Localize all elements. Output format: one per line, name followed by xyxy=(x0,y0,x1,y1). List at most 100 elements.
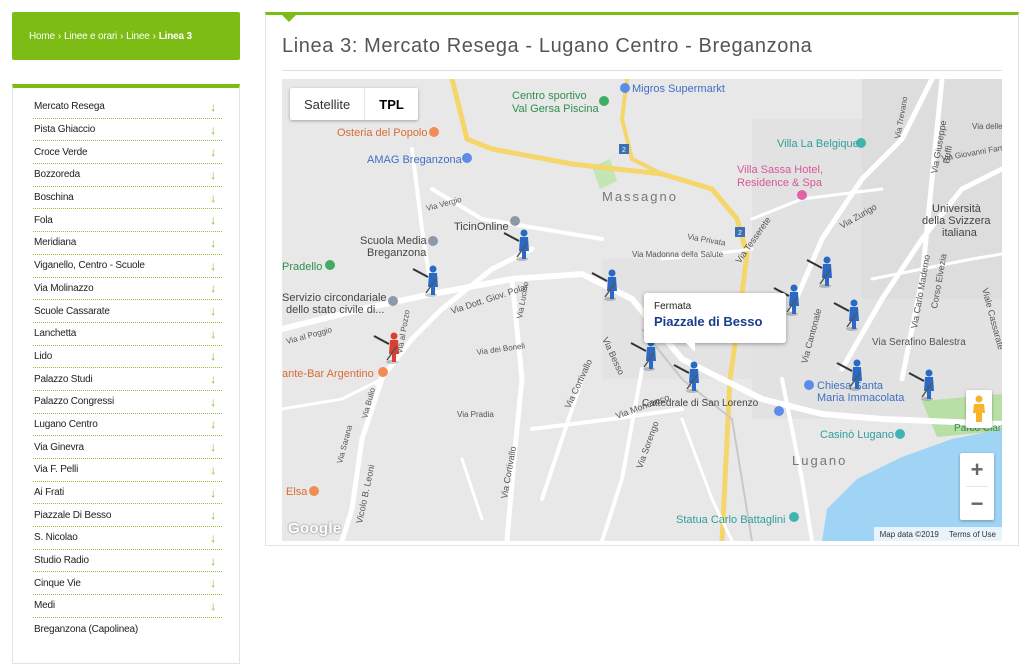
stop-item[interactable]: Ai Frati ↓ xyxy=(33,482,222,505)
map-canvas[interactable]: 2 2 Migros Supermarkt Centro sportivo Va… xyxy=(282,79,1002,541)
stop-item[interactable]: Via F. Pelli ↓ xyxy=(33,459,222,482)
map-label: Villa Sassa Hotel, xyxy=(737,164,823,176)
zoom-out-button[interactable]: − xyxy=(960,487,994,520)
restaurant-pin-icon[interactable] xyxy=(378,367,388,377)
zoom-control: + − xyxy=(960,453,994,520)
stop-item[interactable]: Viganello, Centro - Scuole ↓ xyxy=(33,255,222,278)
stop-name: Meridiana xyxy=(34,237,77,249)
breadcrumb: Home › Linee e orari › Linee › Linea 3 xyxy=(12,12,240,60)
map-label: Elsa xyxy=(286,486,308,498)
map-label: TicinOnline xyxy=(454,221,509,233)
stop-name: Medi xyxy=(34,600,55,612)
stop-name: Via F. Pelli xyxy=(34,464,79,476)
breadcrumb-separator: › xyxy=(57,30,62,42)
map-label: Osteria del Popolo xyxy=(337,127,428,139)
stop-item[interactable]: Breganzona (Capolinea) xyxy=(33,618,222,641)
stop-name: Cinque Vie xyxy=(34,577,81,589)
restaurant-pin-icon[interactable] xyxy=(429,127,439,137)
restaurant-pin-icon[interactable] xyxy=(309,486,319,496)
stop-item[interactable]: Medi ↓ xyxy=(33,595,222,618)
map-label: ante-Bar Argentino xyxy=(282,368,374,380)
stop-item[interactable]: Via Ginevra ↓ xyxy=(33,436,222,459)
stop-item[interactable]: Piazzale Di Besso ↓ xyxy=(33,504,222,528)
park-pin-icon[interactable] xyxy=(599,96,609,106)
stop-item[interactable]: S. Nicolao ↓ xyxy=(33,527,222,550)
map-label: della Svizzera xyxy=(922,215,991,227)
shop-pin-icon[interactable] xyxy=(620,83,630,93)
map-type-satellite-button[interactable]: Satellite xyxy=(290,88,364,120)
stop-name: Via Ginevra xyxy=(34,441,84,453)
google-logo[interactable]: Google xyxy=(288,520,341,537)
government-pin-icon[interactable] xyxy=(388,296,398,306)
map-type-control: Satellite TPL xyxy=(290,88,418,120)
zoom-in-button[interactable]: + xyxy=(960,453,994,486)
stop-name: Viganello, Centro - Scuole xyxy=(34,260,145,272)
breadcrumb-current: Linea 3 xyxy=(158,30,192,42)
map-label: Servizio circondariale xyxy=(282,292,387,304)
stop-name: Scuole Cassarate xyxy=(34,305,110,317)
street-view-pegman-button[interactable] xyxy=(966,390,992,428)
pegman-icon xyxy=(973,395,985,422)
monument-pin-icon[interactable] xyxy=(789,512,799,522)
stop-item[interactable]: Croce Verde ↓ xyxy=(33,141,222,165)
stop-item[interactable]: Lido ↓ xyxy=(33,346,222,369)
stop-name: Palazzo Studi xyxy=(34,373,93,385)
stop-name: S. Nicolao xyxy=(34,532,78,544)
business-pin-icon[interactable] xyxy=(462,153,472,163)
breadcrumb-separator: › xyxy=(120,30,124,42)
arrow-down-icon: ↓ xyxy=(210,213,216,228)
stop-item[interactable]: Lanchetta ↓ xyxy=(33,323,222,346)
page-title: Linea 3: Mercato Resega - Lugano Centro … xyxy=(282,35,813,57)
stop-item[interactable]: Palazzo Studi ↓ xyxy=(33,368,222,391)
info-window-stop-name[interactable]: Piazzale di Besso xyxy=(654,314,776,329)
hotel-pin-icon[interactable] xyxy=(797,190,807,200)
breadcrumb-lines[interactable]: Linee xyxy=(126,31,150,42)
map-label: Pradello xyxy=(282,261,322,273)
map-label: dello stato civile di... xyxy=(286,304,384,316)
stop-name: Bozzoreda xyxy=(34,169,81,181)
map-label: Statua Carlo Battaglini xyxy=(676,514,785,526)
stop-item[interactable]: Scuole Cassarate ↓ xyxy=(33,300,222,323)
arrow-down-icon: ↓ xyxy=(210,145,216,160)
stop-item[interactable]: Fola ↓ xyxy=(33,209,222,233)
stop-name: Lugano Centro xyxy=(34,418,98,430)
map-label: italiana xyxy=(942,227,978,239)
stop-item[interactable]: Lugano Centro ↓ xyxy=(33,414,222,437)
info-window-label: Fermata xyxy=(654,301,692,312)
church-pin-icon[interactable] xyxy=(804,380,814,390)
park-pin-icon[interactable] xyxy=(325,260,335,270)
arrow-down-icon: ↓ xyxy=(210,281,216,296)
stop-name: Palazzo Congressi xyxy=(34,396,114,408)
church-pin-icon[interactable] xyxy=(774,406,784,416)
map-data-attribution[interactable]: Map data ©2019 xyxy=(880,530,939,539)
map-type-tpl-button[interactable]: TPL xyxy=(365,88,418,120)
casino-pin-icon[interactable] xyxy=(895,429,905,439)
arrow-down-icon: ↓ xyxy=(210,349,216,364)
school-pin-icon[interactable] xyxy=(428,236,438,246)
stop-name: Ai Frati xyxy=(34,487,65,499)
terms-of-use-link[interactable]: Terms of Use xyxy=(949,530,996,539)
map[interactable]: 2 2 Migros Supermarkt Centro sportivo Va… xyxy=(282,79,1002,541)
stop-item[interactable]: Studio Radio ↓ xyxy=(33,550,222,573)
stop-name: Lido xyxy=(34,350,53,362)
map-label: Centro sportivo xyxy=(512,90,587,102)
stop-item[interactable]: Meridiana ↓ xyxy=(33,232,222,255)
map-label: Val Gersa Piscina xyxy=(512,103,599,115)
arrow-down-icon: ↓ xyxy=(210,598,216,613)
breadcrumb-lines-schedules[interactable]: Linee e orari xyxy=(64,31,117,42)
stop-item[interactable]: Mercato Resega ↓ xyxy=(33,96,222,119)
stop-item[interactable]: Pista Ghiaccio ↓ xyxy=(33,119,222,142)
stop-name: Lanchetta xyxy=(34,328,77,340)
stop-item[interactable]: Cinque Vie ↓ xyxy=(33,572,222,596)
map-label: Scuola Media xyxy=(360,235,428,247)
stop-item[interactable]: Palazzo Congressi ↓ xyxy=(33,391,222,414)
arrow-down-icon: ↓ xyxy=(210,485,216,500)
breadcrumb-home[interactable]: Home xyxy=(29,31,55,42)
title-divider xyxy=(282,70,1002,71)
breadcrumb-separator: › xyxy=(152,30,156,42)
business-pin-icon[interactable] xyxy=(510,216,520,226)
stop-item[interactable]: Bozzoreda ↓ xyxy=(33,164,222,187)
stop-item[interactable]: Via Molinazzo ↓ xyxy=(33,278,222,301)
stop-item[interactable]: Boschina ↓ xyxy=(33,187,222,210)
arrow-down-icon: ↓ xyxy=(210,576,216,591)
